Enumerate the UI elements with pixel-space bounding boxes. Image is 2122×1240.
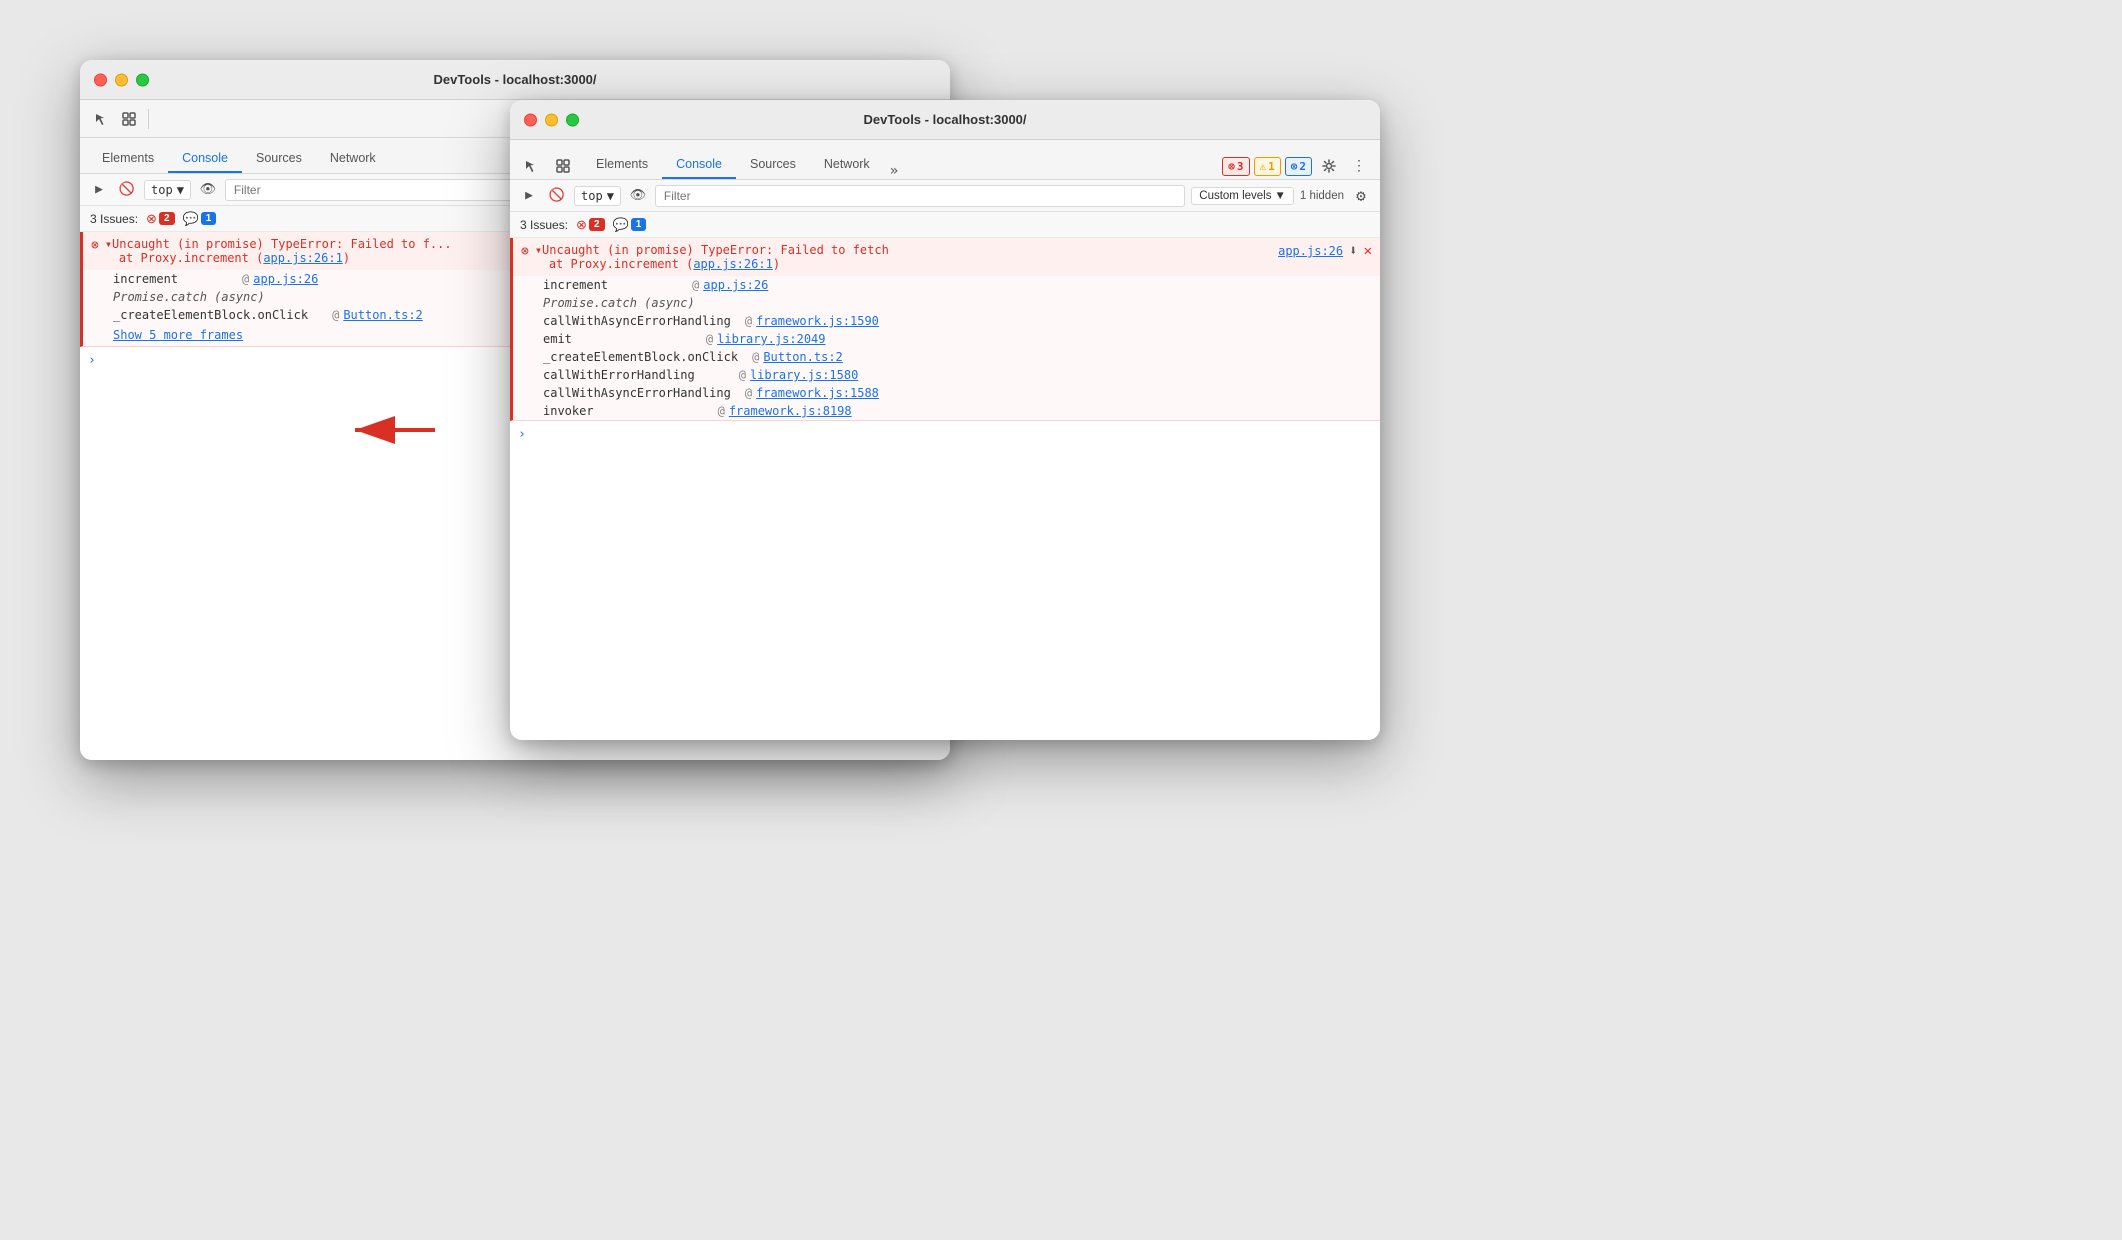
stack-row-increment-front: increment @app.js:26 xyxy=(513,276,1380,294)
gear-icon-front[interactable]: ⚙ xyxy=(1350,185,1372,207)
minimize-button-front[interactable] xyxy=(545,113,558,126)
minimize-button[interactable] xyxy=(115,73,128,86)
error-file-link[interactable]: app.js:26 xyxy=(1278,244,1343,258)
warning-count-badge[interactable]: ⚠ 1 xyxy=(1254,157,1281,176)
error-header-front[interactable]: ⊗ ▾Uncaught (in promise) TypeError: Fail… xyxy=(513,238,1380,276)
cursor-icon[interactable] xyxy=(88,106,114,132)
top-label-back: top xyxy=(151,183,173,197)
dropdown-arrow-front: ▼ xyxy=(607,189,614,203)
block-icon[interactable]: 🚫 xyxy=(116,179,138,201)
stack-link-framework8198[interactable]: framework.js:8198 xyxy=(729,404,852,418)
more-icon-front[interactable]: ⋮ xyxy=(1346,153,1372,179)
error-row-front: ⊗ ▾Uncaught (in promise) TypeError: Fail… xyxy=(510,238,1380,421)
tab-console-back[interactable]: Console xyxy=(168,145,242,173)
error-icon-front: ⊗ xyxy=(521,244,529,259)
top-dropdown-back[interactable]: top ▼ xyxy=(144,180,191,200)
info-badge-back: 💬 1 xyxy=(183,211,217,227)
issues-label-front: 3 Issues: xyxy=(520,218,568,232)
filter-input-front[interactable] xyxy=(655,185,1185,207)
play-icon-front[interactable]: ▶ xyxy=(518,185,540,207)
prompt-arrow-front: › xyxy=(518,427,526,442)
console-toolbar-front: ▶ 🚫 top ▼ 👁 Custom levels ▼ 1 hidden ⚙ xyxy=(510,180,1380,212)
more-tabs-front[interactable]: » xyxy=(884,163,904,179)
cursor-icon-front[interactable] xyxy=(518,153,544,179)
tab-sources-back[interactable]: Sources xyxy=(242,145,316,173)
issues-bar-front: 3 Issues: ⊗ 2 💬 1 xyxy=(510,212,1380,238)
download-icon[interactable]: ⬇ xyxy=(1349,243,1357,259)
info-badge-front: 💬 1 xyxy=(613,217,647,233)
top-dropdown-front[interactable]: top ▼ xyxy=(574,186,621,206)
toolbar-separator xyxy=(148,109,149,129)
console-prompt-front: › xyxy=(510,421,1380,448)
dropdown-arrow-back: ▼ xyxy=(177,183,184,197)
tab-elements-back[interactable]: Elements xyxy=(88,145,168,173)
custom-levels-label: Custom levels xyxy=(1199,190,1271,202)
play-icon[interactable]: ▶ xyxy=(88,179,110,201)
custom-levels-arrow: ▼ xyxy=(1274,190,1285,202)
custom-levels-dropdown[interactable]: Custom levels ▼ xyxy=(1191,187,1294,205)
error-badge-front: ⊗ 2 xyxy=(576,217,604,233)
red-arrow xyxy=(335,405,455,459)
stack-link-onclick-back[interactable]: Button.ts:2 xyxy=(343,308,422,322)
info-count-badge[interactable]: ⊗ 2 xyxy=(1285,157,1312,176)
info-count-front: 1 xyxy=(631,218,647,231)
stack-link-buttonts2[interactable]: Button.ts:2 xyxy=(763,350,842,364)
error-count-back: 2 xyxy=(159,212,175,225)
eye-icon-back[interactable]: 👁 xyxy=(197,179,219,201)
tab-console-front[interactable]: Console xyxy=(662,151,736,179)
window-title-front: DevTools - localhost:3000/ xyxy=(863,112,1026,127)
stack-row-callwith2-front: callWithErrorHandling @library.js:1580 xyxy=(513,366,1380,384)
titlebar-front: DevTools - localhost:3000/ xyxy=(510,100,1380,140)
tab-sources-front[interactable]: Sources xyxy=(736,151,810,179)
traffic-lights-back xyxy=(94,73,149,86)
window-title-back: DevTools - localhost:3000/ xyxy=(433,72,596,87)
issues-label-back: 3 Issues: xyxy=(90,212,138,226)
inspect-icon-front[interactable] xyxy=(550,153,576,179)
titlebar-back: DevTools - localhost:3000/ xyxy=(80,60,950,100)
app-js-link-front[interactable]: app.js:26:1 xyxy=(693,257,772,271)
stack-row-onclick-front: _createElementBlock.onClick @Button.ts:2 xyxy=(513,348,1380,366)
stack-link-framework1590[interactable]: framework.js:1590 xyxy=(756,314,879,328)
stack-link-framework1588[interactable]: framework.js:1588 xyxy=(756,386,879,400)
eye-icon-front[interactable]: 👁 xyxy=(627,185,649,207)
close-button-front[interactable] xyxy=(524,113,537,126)
top-label-front: top xyxy=(581,189,603,203)
stack-row-invoker-front: invoker @framework.js:8198 xyxy=(513,402,1380,420)
console-content-front: ⊗ ▾Uncaught (in promise) TypeError: Fail… xyxy=(510,238,1380,698)
error-icon-back: ⊗ xyxy=(91,238,99,253)
stack-link-library1580[interactable]: library.js:1580 xyxy=(750,368,858,382)
maximize-button[interactable] xyxy=(136,73,149,86)
error-count-front: 2 xyxy=(589,218,605,231)
info-count-back: 1 xyxy=(201,212,217,225)
stack-row-emit-front: emit @library.js:2049 xyxy=(513,330,1380,348)
app-js-link-back[interactable]: app.js:26:1 xyxy=(263,251,342,265)
tab-network-back[interactable]: Network xyxy=(316,145,390,173)
maximize-button-front[interactable] xyxy=(566,113,579,126)
traffic-lights-front xyxy=(524,113,579,126)
stack-link-increment-front[interactable]: app.js:26 xyxy=(703,278,768,292)
tabs-front: Elements Console Sources Network » ⊗ 3 ⚠… xyxy=(510,140,1380,180)
error-message-front: ▾Uncaught (in promise) TypeError: Failed… xyxy=(535,243,1272,271)
error-right-front: app.js:26 ⬇ ✕ xyxy=(1278,243,1372,259)
devtools-window-front: DevTools - localhost:3000/ Elements Cons… xyxy=(510,100,1380,740)
stack-row-callwith1-front: callWithAsyncErrorHandling @framework.js… xyxy=(513,312,1380,330)
close-error-icon[interactable]: ✕ xyxy=(1364,243,1372,259)
settings-icon-front[interactable] xyxy=(1316,153,1342,179)
tab-elements-front[interactable]: Elements xyxy=(582,151,662,179)
stack-link-library2049[interactable]: library.js:2049 xyxy=(717,332,825,346)
inspect-icon[interactable] xyxy=(116,106,142,132)
hidden-count: 1 hidden xyxy=(1300,190,1344,202)
stack-row-callwith3-front: callWithAsyncErrorHandling @framework.js… xyxy=(513,384,1380,402)
error-badge-back: ⊗ 2 xyxy=(146,211,174,227)
block-icon-front[interactable]: 🚫 xyxy=(546,185,568,207)
right-toolbar-front: ⊗ 3 ⚠ 1 ⊗ 2 ⋮ xyxy=(1222,153,1372,179)
tab-network-front[interactable]: Network xyxy=(810,151,884,179)
stack-link-increment-back[interactable]: app.js:26 xyxy=(253,272,318,286)
close-button[interactable] xyxy=(94,73,107,86)
prompt-arrow-back: › xyxy=(88,353,96,368)
stack-row-promise-front: Promise.catch (async) xyxy=(513,294,1380,312)
error-count-badge[interactable]: ⊗ 3 xyxy=(1222,157,1249,176)
